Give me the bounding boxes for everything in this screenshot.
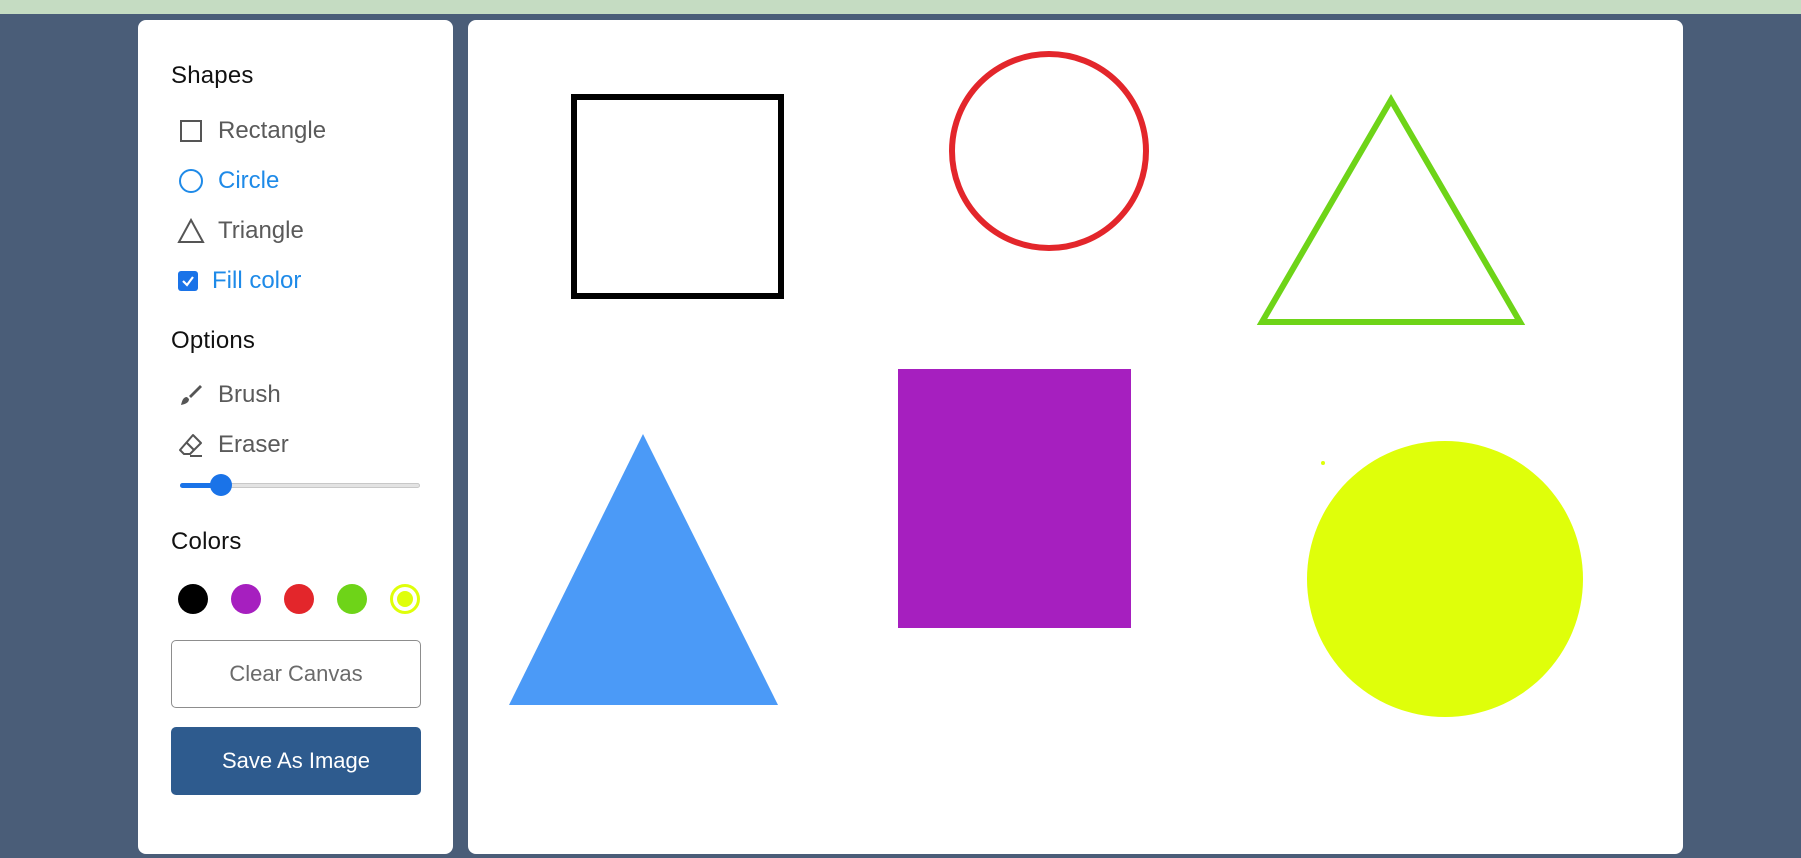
clear-canvas-button[interactable]: Clear Canvas [171, 640, 421, 708]
color-swatch-black[interactable] [178, 584, 208, 614]
brush-size-slider[interactable] [180, 473, 420, 497]
circle-icon [176, 166, 206, 196]
color-swatch-purple[interactable] [231, 584, 261, 614]
brush-icon [176, 380, 206, 410]
tool-eraser[interactable]: Eraser [176, 427, 289, 463]
eraser-icon [176, 430, 206, 460]
check-icon [182, 276, 194, 287]
tool-brush-label: Brush [218, 381, 281, 408]
canvas-shape-circle-outline [949, 51, 1149, 251]
color-swatch-red[interactable] [284, 584, 314, 614]
drawing-canvas[interactable] [468, 20, 1683, 854]
fill-color-toggle[interactable]: Fill color [178, 263, 301, 299]
canvas-shape-circle-filled [1307, 441, 1583, 717]
top-bar [0, 0, 1801, 14]
tool-triangle-label: Triangle [218, 217, 304, 244]
fill-color-label: Fill color [212, 267, 302, 294]
tool-eraser-label: Eraser [218, 431, 289, 458]
options-heading: Options [171, 327, 256, 354]
tool-rectangle-label: Rectangle [218, 117, 327, 144]
save-as-image-button[interactable]: Save As Image [171, 727, 421, 795]
canvas-shape-rectangle-filled [898, 369, 1131, 628]
tools-panel: Shapes Rectangle Circle Triangle Fill co… [138, 20, 453, 854]
canvas-shape-triangle-outline [1256, 94, 1526, 325]
canvas-shape-rectangle-outline [571, 94, 784, 299]
color-swatch-green[interactable] [337, 584, 367, 614]
tool-rectangle[interactable]: Rectangle [176, 113, 326, 149]
color-swatch-yellow[interactable] [390, 584, 420, 614]
slider-thumb[interactable] [209, 474, 232, 496]
colors-heading: Colors [171, 528, 242, 555]
tool-circle-label: Circle [218, 167, 280, 194]
canvas-surface[interactable] [468, 20, 1683, 854]
canvas-shape-triangle-filled [509, 434, 778, 705]
canvas-stray-dot [1321, 461, 1325, 465]
tool-circle[interactable]: Circle [176, 163, 279, 199]
triangle-icon [176, 216, 206, 246]
color-swatches [178, 584, 420, 614]
square-icon [176, 116, 206, 146]
fill-color-checkbox[interactable] [178, 271, 198, 291]
shapes-heading: Shapes [171, 62, 254, 89]
tool-brush[interactable]: Brush [176, 377, 281, 413]
tool-triangle[interactable]: Triangle [176, 213, 304, 249]
